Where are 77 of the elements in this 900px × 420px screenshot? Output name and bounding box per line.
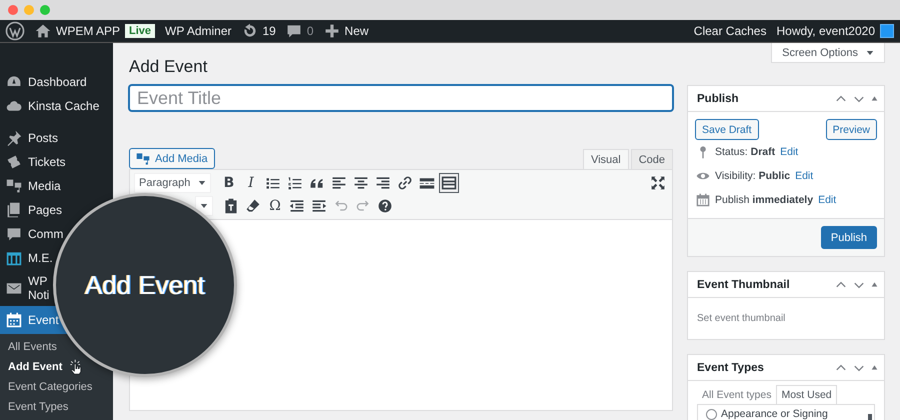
add-media-button[interactable]: Add Media [129,148,215,169]
edit-link[interactable]: Edit [818,194,836,206]
sidebar-item[interactable]: Media [28,179,61,193]
live-badge: Live [125,24,156,38]
sidebar-item[interactable]: Dashboard [28,75,87,89]
edit-link[interactable]: Edit [780,146,798,158]
set-thumbnail-link[interactable]: Set event thumbnail [697,313,786,324]
sidebar-item[interactable]: Pages [28,203,62,217]
collapse-icon[interactable] [871,281,878,288]
media-icon [6,178,22,194]
window-control-dot[interactable] [24,5,34,15]
calendar-icon [696,193,710,207]
page-title: Add Event [129,57,208,77]
save-draft-button[interactable]: Save Draft [695,119,759,140]
media-icon [136,152,150,166]
title-field[interactable]: Event Title [129,85,673,111]
cloud-icon [6,98,22,114]
italic-button[interactable]: I [241,173,261,193]
window-control-dot[interactable] [40,5,50,15]
sidebar-item[interactable]: Comm [28,227,64,241]
comments-count[interactable]: 0 [306,24,314,38]
sidebar-item[interactable]: WP Noti [28,274,50,302]
sidebar-item[interactable]: Posts [28,131,58,145]
publish-button[interactable]: Publish [820,226,877,249]
caret-icon [866,48,874,56]
edit-link[interactable]: Edit [795,170,814,182]
publish-setting: Publish immediately [715,194,814,206]
sidebar-item[interactable]: M.E. [28,251,53,265]
category-tab[interactable]: All Event types [697,385,776,404]
window-control-dot[interactable] [8,5,18,15]
option-label: Appearance or Signing [721,408,828,420]
pin-icon [6,130,22,146]
calendar-icon [6,250,22,266]
site-link[interactable]: WPEM APP [56,24,120,38]
new-link[interactable]: New [344,24,369,38]
refresh-icon [242,23,258,39]
pages-icon [6,202,22,218]
bold-button[interactable]: B [219,173,239,193]
comment-icon [6,226,22,242]
plus-icon [324,23,340,39]
ticket-icon [6,154,22,170]
publish-setting: Visibility: Public [715,170,790,182]
collapse-icon[interactable] [871,95,878,102]
sidebar-item[interactable]: Tickets [28,155,66,169]
screen-options-tab[interactable]: Screen Options [771,43,885,63]
sidebar-item[interactable]: Kinsta Cache [28,99,100,113]
submenu-item[interactable]: Event Types [8,401,68,413]
mail-icon [6,280,22,296]
dropdown-caret-icon [200,202,208,210]
preview-button[interactable]: Preview [826,119,877,140]
comment-icon [286,23,302,39]
collapse-icon[interactable] [871,364,878,371]
home-icon [35,23,51,39]
publish-setting: Status: Draft [715,146,776,158]
box-title: Event Thumbnail [697,278,790,290]
logo-icon[interactable] [5,21,25,41]
box-title: Event Types [697,362,764,374]
submenu-item[interactable]: All Events [8,341,57,353]
updates-count[interactable]: 19 [262,24,276,38]
submenu-item[interactable]: Add Event [8,361,62,373]
category-tab[interactable]: Most Used [776,385,837,404]
calendar-icon [6,312,22,328]
radio-button[interactable] [706,409,717,420]
special-character-button[interactable]: Ω [265,196,285,216]
submenu-item[interactable]: Event Categories [8,381,92,393]
admin-bar-link[interactable]: WP Adminer [165,24,232,38]
editor-tab[interactable]: Code [630,149,673,169]
toolbar-toggle-icon[interactable] [439,173,459,193]
box-title: Publish [697,92,739,104]
dropdown-caret-icon [198,179,206,187]
admin-bar-link[interactable]: Clear Caches [694,24,766,38]
callout-text: Add Event [85,270,205,300]
editor-tab[interactable]: Visual [582,149,629,169]
format-dropdown[interactable]: Paragraph [134,173,211,193]
sidebar-item[interactable]: Event [28,313,59,327]
dropdown[interactable] [195,196,213,216]
user-greeting[interactable]: Howdy, event2020 [776,24,875,38]
